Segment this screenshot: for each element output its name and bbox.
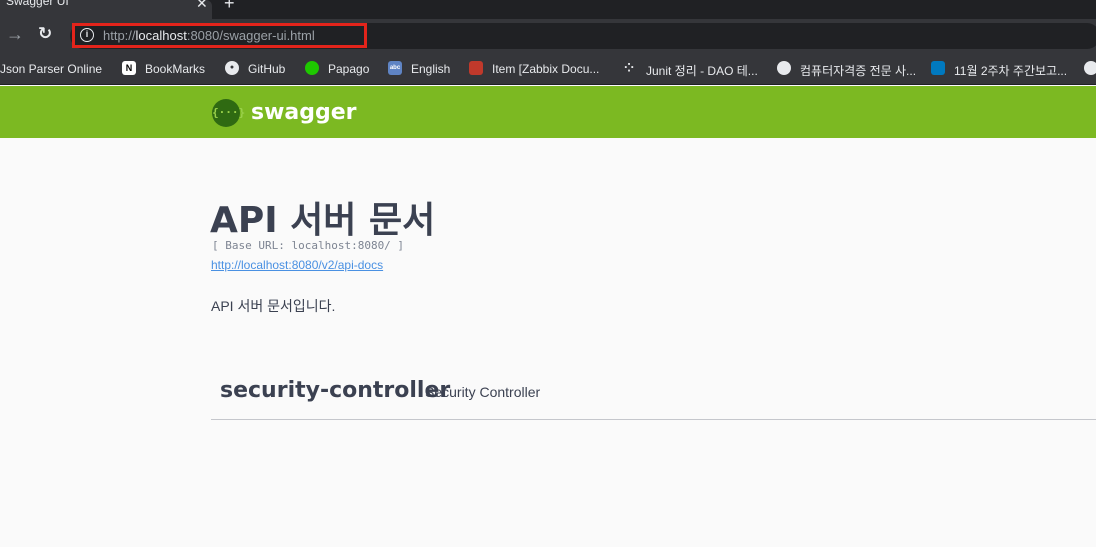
notion-icon: N [122,61,136,75]
forward-icon[interactable]: → [6,24,24,45]
trello-icon [931,61,945,75]
github-icon [1084,61,1096,75]
dots-icon: ⁘ [623,61,635,75]
swagger-topbar [0,86,1096,138]
bookmark-bookmarks[interactable]: BookMarks [145,62,205,76]
github-icon: ● [225,61,239,75]
url-scheme: http:// [103,28,136,43]
swagger-logo-icon[interactable]: {···} [212,99,245,127]
tab-strip: Swagger UI ✕ + [0,0,1096,19]
new-tab-button[interactable]: + [224,0,235,14]
bookmark-zabbix[interactable]: Item [Zabbix Docu... [492,62,599,76]
bookmark-junit[interactable]: Junit 정리 - DAO 테... [646,62,758,79]
bookmark-english[interactable]: English [411,62,450,76]
tag-description: Security Controller [425,384,541,400]
globe-icon [777,61,791,75]
bookmark-cert[interactable]: 컴퓨터자격증 전문 사... [800,62,916,79]
papago-icon [305,61,319,75]
url-text[interactable]: http://localhost:8080/swagger-ui.html [103,28,315,43]
bookmark-github[interactable]: GitHub [248,62,285,76]
tab-title: Swagger UI [6,0,69,8]
bookmarks-bar: Json Parser Online N BookMarks ● GitHub … [0,53,1096,85]
url-host: localhost [135,28,187,43]
reload-icon[interactable]: ↻ [38,24,52,44]
bookmark-json-parser[interactable]: Json Parser Online [0,62,102,76]
swagger-brand[interactable]: swagger [251,100,357,125]
info-icon[interactable]: i [80,28,94,42]
api-docs-link[interactable]: http://localhost:8080/v2/api-docs [211,258,383,272]
zabbix-doc-icon [469,61,483,75]
bookmark-papago[interactable]: Papago [328,62,369,76]
bookmark-weekly-report[interactable]: 11월 2주차 주간보고... [954,62,1067,79]
base-url: [ Base URL: localhost:8080/ ] [212,239,405,252]
tag-security-controller[interactable]: security-controller [220,378,450,403]
english-dictionary-icon: abc [388,61,402,75]
close-icon[interactable]: ✕ [196,0,208,12]
url-path: :8080/swagger-ui.html [186,28,315,43]
browser-tab[interactable]: Swagger UI ✕ [0,0,212,19]
page-title: API 서버 문서 [210,200,436,241]
tag-divider [211,419,1096,420]
api-description: API 서버 문서입니다. [211,298,336,314]
